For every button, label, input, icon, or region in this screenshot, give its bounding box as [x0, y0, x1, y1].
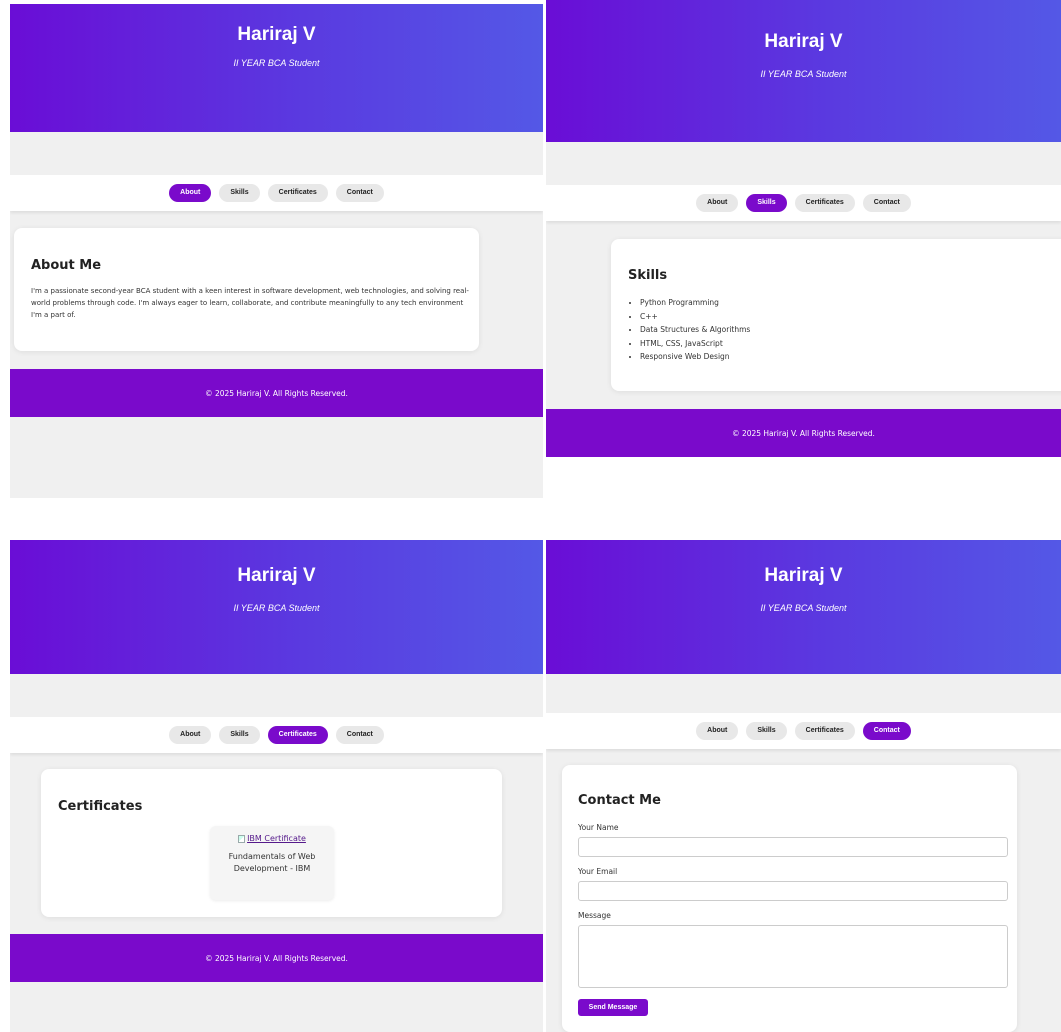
screenshot-about: Hariraj V II YEAR BCA Student About Skil… [10, 4, 543, 498]
site-tagline: II YEAR BCA Student [233, 58, 320, 68]
list-item: HTML, CSS, JavaScript [640, 337, 750, 351]
list-item: Data Structures & Algorithms [640, 323, 750, 337]
site-name: Hariraj V [764, 31, 843, 52]
skills-card: Skills Python Programming C++ Data Struc… [611, 239, 1061, 391]
list-item: C++ [640, 310, 750, 324]
site-name: Hariraj V [237, 24, 316, 45]
nav-certificates-button[interactable]: Certificates [794, 722, 855, 740]
certificate-caption: Fundamentals of Web Development - IBM [228, 851, 316, 873]
site-footer: © 2025 Hariraj V. All Rights Reserved. [10, 369, 543, 417]
nav-skills-button[interactable]: Skills [746, 194, 787, 212]
list-item: Responsive Web Design [640, 350, 750, 364]
name-field[interactable] [578, 837, 1008, 857]
screenshot-skills: Hariraj V II YEAR BCA Student About Skil… [546, 0, 1061, 498]
nav-bar: About Skills Certificates Contact [10, 175, 543, 211]
screenshot-contact: Hariraj V II YEAR BCA Student About Skil… [546, 540, 1061, 1032]
nav-skills-button[interactable]: Skills [746, 722, 787, 740]
skills-list: Python Programming C++ Data Structures &… [628, 296, 750, 364]
screenshot-certificates: Hariraj V II YEAR BCA Student About Skil… [10, 540, 543, 1032]
nav-about-button[interactable]: About [169, 184, 212, 202]
certificates-title: Certificates [58, 799, 143, 814]
site-tagline: II YEAR BCA Student [233, 603, 320, 613]
nav-about-button[interactable]: About [169, 726, 212, 744]
list-item: Python Programming [640, 296, 750, 310]
hero-header: Hariraj V II YEAR BCA Student [546, 540, 1061, 674]
site-tagline: II YEAR BCA Student [760, 69, 847, 79]
broken-image-icon [238, 834, 246, 843]
nav-about-button[interactable]: About [696, 194, 739, 212]
message-label: Message [578, 911, 611, 920]
nav-skills-button[interactable]: Skills [219, 726, 260, 744]
send-message-button[interactable]: Send Message [578, 999, 648, 1016]
nav-contact-button[interactable]: Contact [335, 726, 384, 744]
certificate-item: IBM Certificate Fundamentals of Web Deve… [210, 826, 334, 900]
message-field[interactable] [578, 925, 1008, 988]
email-label: Your Email [578, 867, 618, 876]
nav-skills-button[interactable]: Skills [219, 184, 260, 202]
site-footer: © 2025 Hariraj V. All Rights Reserved. [10, 934, 543, 982]
nav-contact-button[interactable]: Contact [862, 722, 911, 740]
nav-about-button[interactable]: About [696, 722, 739, 740]
hero-header: Hariraj V II YEAR BCA Student [10, 4, 543, 132]
nav-certificates-button[interactable]: Certificates [267, 184, 328, 202]
nav-contact-button[interactable]: Contact [335, 184, 384, 202]
certificates-card: Certificates IBM Certificate Fundamental… [41, 769, 502, 917]
hero-header: Hariraj V II YEAR BCA Student [546, 0, 1061, 142]
nav-certificates-button[interactable]: Certificates [267, 726, 328, 744]
hero-header: Hariraj V II YEAR BCA Student [10, 540, 543, 674]
about-text: I'm a passionate second-year BCA student… [31, 287, 469, 319]
certificate-image-alt: IBM Certificate [247, 834, 306, 843]
nav-contact-button[interactable]: Contact [862, 194, 911, 212]
nav-bar: About Skills Certificates Contact [10, 717, 543, 753]
contact-card: Contact Me Your Name Your Email Message … [562, 765, 1017, 1032]
email-field[interactable] [578, 881, 1008, 901]
nav-bar: About Skills Certificates Contact [546, 713, 1061, 749]
site-footer: © 2025 Hariraj V. All Rights Reserved. [546, 409, 1061, 457]
name-label: Your Name [578, 823, 619, 832]
about-title: About Me [31, 258, 102, 273]
site-name: Hariraj V [237, 565, 316, 586]
site-name: Hariraj V [764, 565, 843, 586]
contact-title: Contact Me [578, 793, 661, 808]
about-card: About Me I'm a passionate second-year BC… [14, 228, 479, 351]
nav-bar: About Skills Certificates Contact [546, 185, 1061, 221]
skills-title: Skills [628, 268, 668, 283]
certificate-image-link[interactable]: IBM Certificate [238, 834, 306, 843]
nav-certificates-button[interactable]: Certificates [794, 194, 855, 212]
site-tagline: II YEAR BCA Student [760, 603, 847, 613]
